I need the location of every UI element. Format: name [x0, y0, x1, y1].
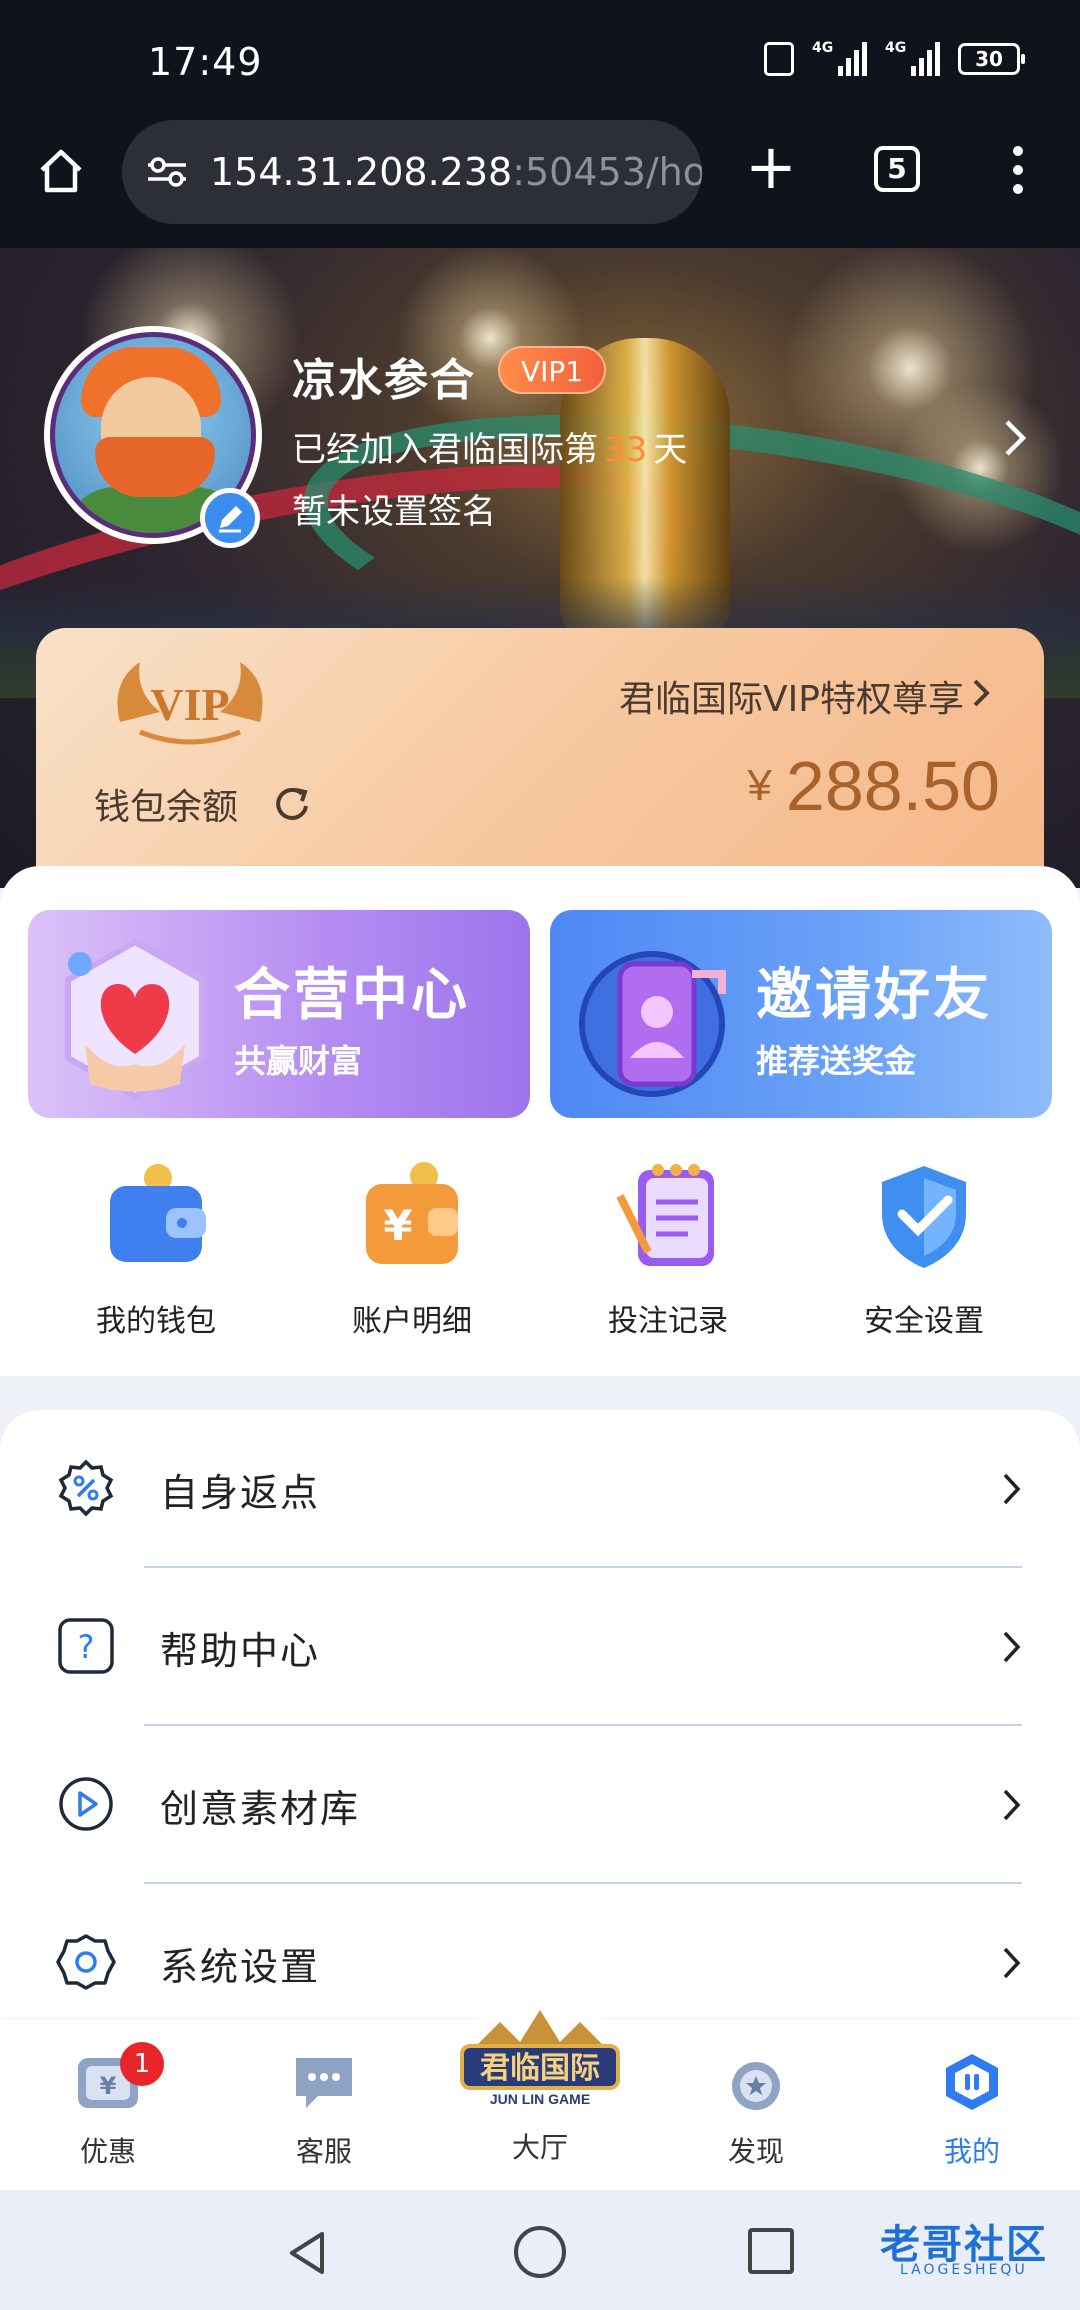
wallet-balance-amount: ¥288.50 [747, 747, 1000, 825]
back-icon[interactable] [282, 2228, 332, 2278]
svg-text:¥: ¥ [383, 1201, 412, 1250]
recent-apps-icon[interactable] [748, 2228, 794, 2274]
watermark-subtitle: LAOGESHEQU [900, 2262, 1028, 2278]
browser-toolbar: 154.31.208.238:50453/hor + 5 [0, 120, 1080, 248]
vip-wings-logo: VIP [117, 662, 263, 745]
partner-center-subtitle: 共赢财富 [234, 1042, 363, 1080]
url-host: 154.31.208.238 [210, 150, 513, 194]
svg-text:VIP: VIP [150, 679, 229, 730]
vibrate-icon [764, 42, 794, 76]
svg-text:?: ? [78, 1628, 95, 1666]
battery-icon: 30 [958, 43, 1025, 75]
vip-level-badge: VIP1 [498, 346, 606, 394]
invite-friends-card[interactable]: 邀请好友 推荐送奖金 [550, 910, 1052, 1118]
invite-friends-title: 邀请好友 [756, 963, 992, 1028]
quick-actions-panel: 合营中心 共赢财富 邀请好友 推荐送奖金 我的钱包 ¥ 账户明细 投注记录 安全… [0, 866, 1080, 1376]
status-icons: 4G 4G 30 [764, 40, 1025, 76]
heart-hands-icon [65, 938, 205, 1100]
home-icon[interactable] [36, 146, 86, 196]
tab-switcher-button[interactable]: 5 [874, 146, 920, 192]
settings-list: 自身返点 ? 帮助中心 创意素材库 系统设置 [0, 1410, 1080, 2020]
more-menu-icon[interactable] [1006, 146, 1030, 196]
tab-discover[interactable]: 发现 [686, 2050, 826, 2180]
signature-text: 暂未设置签名 [292, 492, 496, 532]
site-settings-icon[interactable] [146, 157, 188, 187]
signal-icon: 4G [812, 40, 867, 76]
refresh-icon[interactable] [272, 784, 312, 824]
account-details-icon: ¥ [366, 1162, 458, 1264]
signal-icon: 4G [885, 40, 940, 76]
shortcut-my-wallet[interactable]: 我的钱包 [56, 1156, 256, 1346]
shortcut-bet-records[interactable]: 投注记录 [568, 1156, 768, 1346]
shortcut-account-details[interactable]: ¥ 账户明细 [312, 1156, 512, 1346]
notification-badge: 1 [120, 2042, 164, 2086]
rebate-percent-icon [58, 1459, 114, 1517]
tab-promotions[interactable]: ¥ 1 优惠 [38, 2042, 178, 2180]
menu-item-rebate[interactable]: 自身返点 [0, 1410, 1080, 1568]
security-shield-icon [882, 1166, 966, 1268]
svg-text:君临国际: 君临国际 [480, 2051, 600, 2086]
user-name: 凉水参合 [292, 355, 476, 406]
tab-lobby-label[interactable]: 大厅 [470, 2126, 610, 2166]
chevron-right-icon [973, 679, 990, 707]
chevron-right-icon [1003, 1947, 1021, 1979]
vip-wallet-card[interactable]: VIP 君临国际VIP特权尊享 钱包余额 ¥288.50 [36, 628, 1044, 898]
bet-records-icon [616, 1164, 714, 1266]
menu-item-creative-library[interactable]: 创意素材库 [0, 1726, 1080, 1884]
new-tab-icon[interactable]: + [745, 136, 797, 198]
profile-icon [946, 2054, 998, 2110]
wallet-balance-label: 钱包余额 [94, 787, 239, 828]
chevron-right-icon [1003, 1473, 1021, 1505]
join-days-text: 已经加入君临国际第 33 天 [292, 430, 688, 470]
partner-center-card[interactable]: 合营中心 共赢财富 [28, 910, 530, 1118]
menu-item-help-center[interactable]: ? 帮助中心 [0, 1568, 1080, 1726]
partner-center-title: 合营中心 [234, 963, 470, 1028]
phone-user-icon [579, 951, 726, 1097]
chevron-right-icon [1003, 1789, 1021, 1821]
profile-chevron-right-icon[interactable] [1002, 418, 1028, 458]
chevron-right-icon [1003, 1631, 1021, 1663]
url-path: :50453/hor [512, 150, 702, 194]
settings-gear-icon [56, 1934, 116, 1990]
edit-avatar-icon[interactable] [200, 488, 260, 548]
shortcut-grid: 我的钱包 ¥ 账户明细 投注记录 安全设置 [0, 1156, 1080, 1346]
lobby-logo[interactable]: 君临国际 JUN LIN GAME [440, 1992, 640, 2122]
status-time: 17:49 [148, 40, 263, 84]
help-question-icon: ? [58, 1618, 114, 1674]
shortcut-security-settings[interactable]: 安全设置 [824, 1156, 1024, 1346]
svg-text:JUN LIN GAME: JUN LIN GAME [490, 2091, 590, 2107]
join-days-count: 33 [604, 430, 648, 470]
tab-mine[interactable]: 我的 [902, 2050, 1042, 2180]
home-circle-icon[interactable] [514, 2226, 566, 2278]
discover-medal-icon [732, 2062, 780, 2110]
chat-icon [296, 2058, 352, 2108]
play-circle-icon [59, 1777, 113, 1831]
vip-privilege-link[interactable]: 君临国际VIP特权尊享 [619, 670, 964, 722]
svg-text:¥: ¥ [100, 2072, 117, 2100]
address-bar[interactable]: 154.31.208.238:50453/hor [122, 120, 702, 224]
tab-customer-service[interactable]: 客服 [254, 2050, 394, 2180]
invite-friends-subtitle: 推荐送奖金 [756, 1042, 917, 1080]
wallet-icon [110, 1164, 206, 1262]
status-bar: 17:49 4G 4G 30 [0, 0, 1080, 120]
